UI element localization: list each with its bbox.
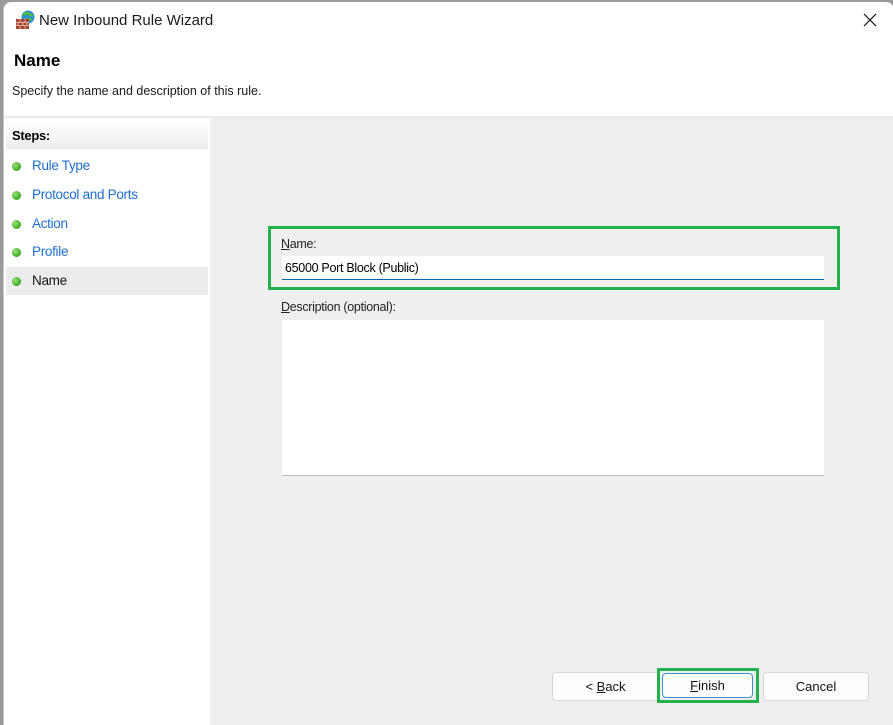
- window-title: New Inbound Rule Wizard: [39, 12, 214, 29]
- sidebar-item-name: Name: [6, 267, 208, 295]
- finish-button[interactable]: Finish: [662, 673, 753, 698]
- sidebar-item-label: Protocol and Ports: [32, 187, 138, 202]
- name-label: Name:: [281, 237, 317, 251]
- steps-heading-label: Steps:: [12, 128, 50, 143]
- step-complete-icon: [12, 191, 21, 200]
- sidebar-item-protocol-and-ports[interactable]: Protocol and Ports: [6, 181, 208, 209]
- name-input[interactable]: [282, 256, 824, 280]
- back-button[interactable]: < Back: [552, 672, 659, 701]
- description-input[interactable]: [282, 320, 824, 476]
- steps-sidebar: Steps: Rule Type Protocol and Ports Acti…: [4, 118, 214, 725]
- page-title: Name: [14, 51, 61, 70]
- sidebar-item-action[interactable]: Action: [6, 210, 208, 238]
- sidebar-item-rule-type[interactable]: Rule Type: [6, 152, 208, 180]
- sidebar-item-label: Rule Type: [32, 158, 90, 173]
- close-icon[interactable]: [860, 10, 880, 30]
- steps-heading: Steps:: [6, 121, 208, 149]
- step-complete-icon: [12, 248, 21, 257]
- step-complete-icon: [12, 220, 21, 229]
- step-complete-icon: [12, 162, 21, 171]
- description-label: Description (optional):: [281, 300, 396, 314]
- step-current-icon: [12, 277, 21, 286]
- sidebar-item-label: Name: [32, 273, 67, 288]
- sidebar-item-profile[interactable]: Profile: [6, 238, 208, 266]
- title-bar: New Inbound Rule Wizard: [4, 2, 893, 38]
- sidebar-item-label: Action: [32, 216, 68, 231]
- cancel-button[interactable]: Cancel: [763, 672, 869, 701]
- page-subtitle: Specify the name and description of this…: [12, 84, 262, 98]
- wizard-window: New Inbound Rule Wizard Name Specify the…: [3, 2, 893, 725]
- firewall-globe-icon: [16, 10, 35, 29]
- sidebar-item-label: Profile: [32, 244, 69, 259]
